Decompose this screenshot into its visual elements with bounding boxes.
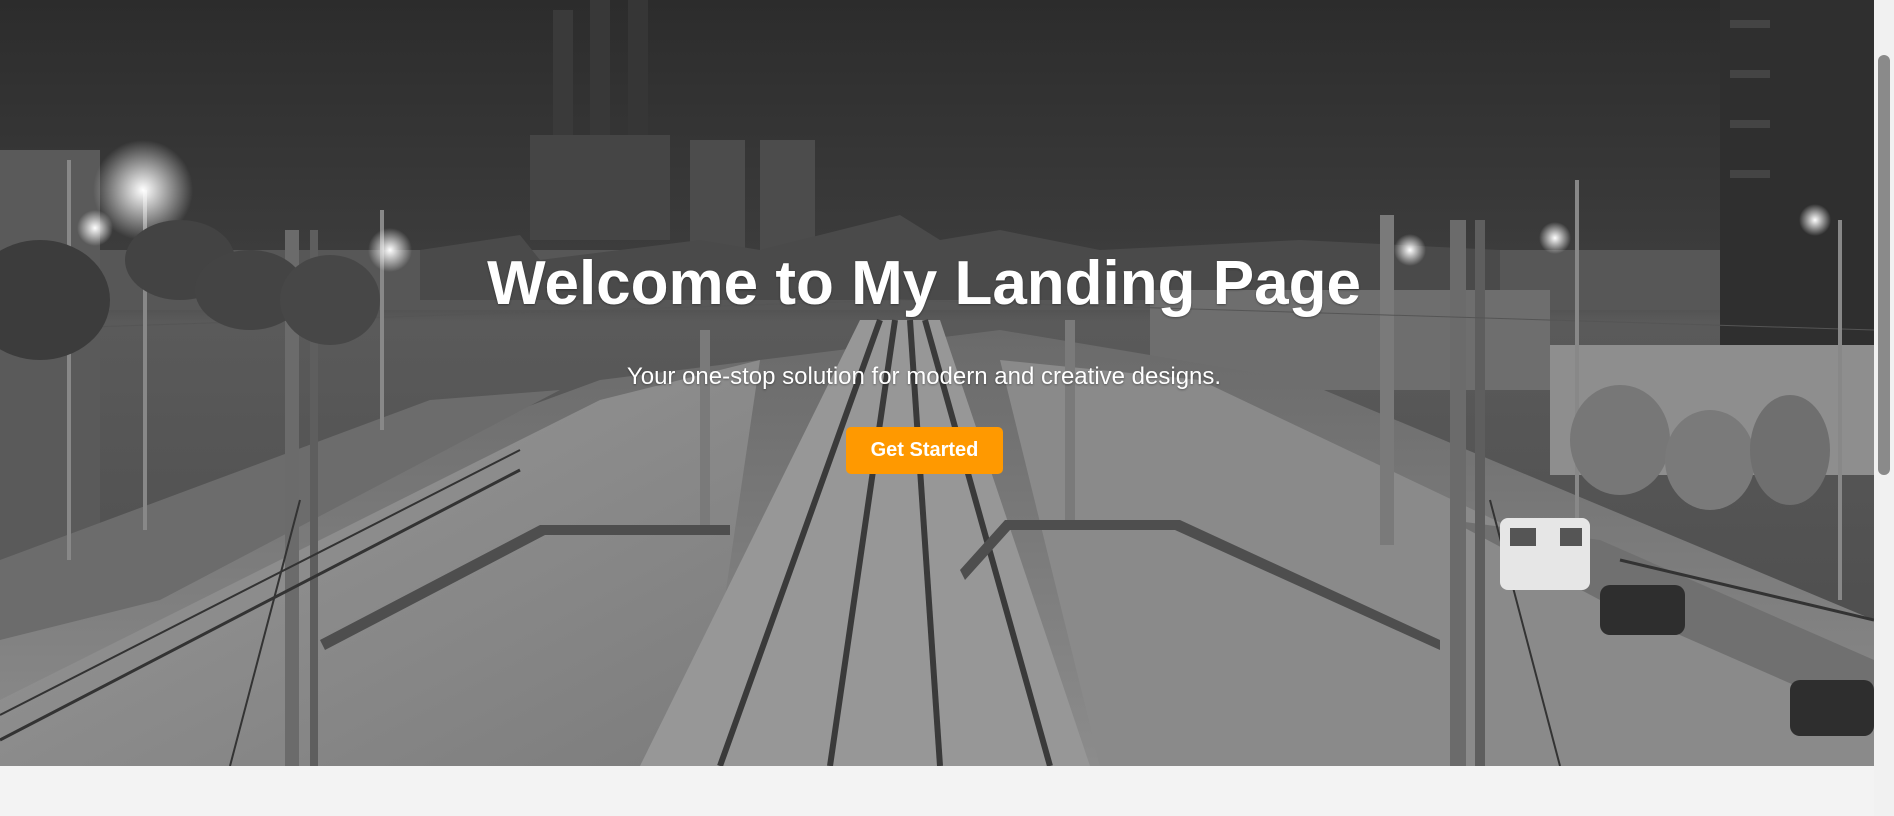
hero-subtitle: Your one-stop solution for modern and cr…	[626, 363, 1222, 390]
hero-title: Welcome to My Landing Page	[487, 249, 1361, 318]
get-started-button[interactable]: Get Started	[846, 427, 1003, 474]
landing-page: Welcome to My Landing Page Your one-stop…	[0, 0, 1894, 816]
vertical-scrollbar-thumb[interactable]	[1878, 55, 1890, 475]
hero-section: Welcome to My Landing Page Your one-stop…	[0, 0, 1874, 766]
hero-content: Welcome to My Landing Page Your one-stop…	[0, 0, 1848, 766]
page-body-section	[0, 766, 1874, 816]
